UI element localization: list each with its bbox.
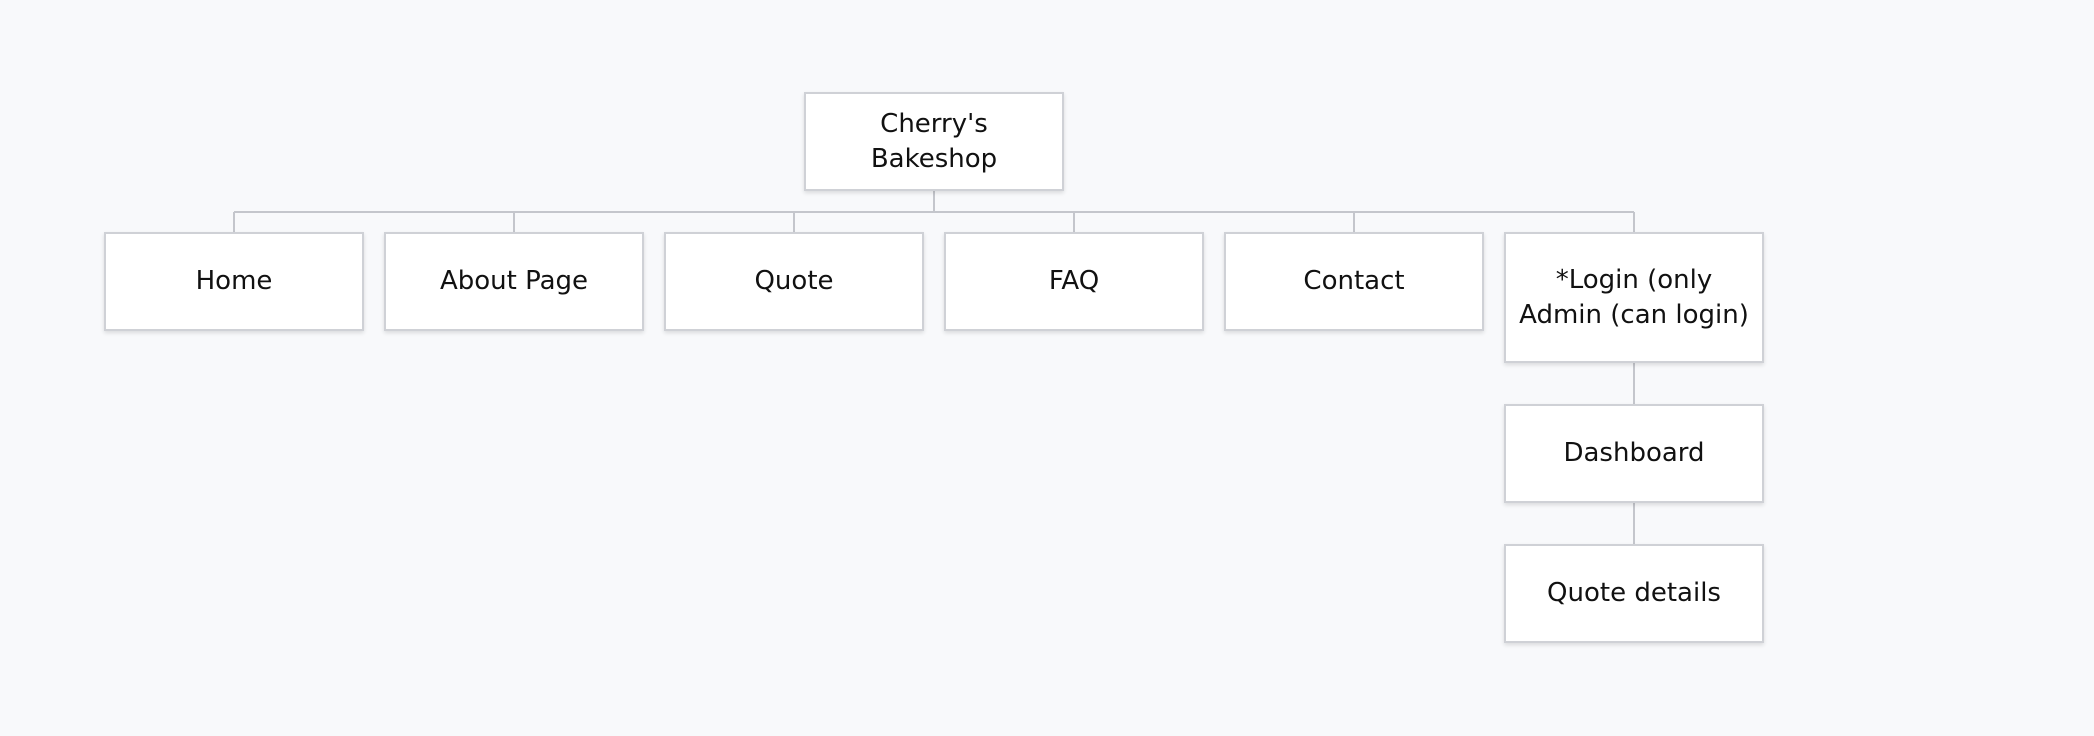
node-label: Dashboard bbox=[1563, 438, 1705, 469]
node-faq[interactable]: FAQ bbox=[944, 232, 1204, 331]
node-dashboard[interactable]: Dashboard bbox=[1504, 404, 1764, 503]
node-label: Quote details bbox=[1547, 578, 1721, 609]
node-label: About Page bbox=[439, 266, 589, 297]
node-label: Home bbox=[195, 266, 273, 297]
node-label: *Login (only Admin (can login) bbox=[1519, 265, 1749, 330]
sitemap-diagram: Cherry's Bakeshop Home About Page Quote … bbox=[0, 0, 2094, 736]
node-label: Quote bbox=[754, 266, 834, 297]
node-home[interactable]: Home bbox=[104, 232, 364, 331]
node-label: FAQ bbox=[1048, 266, 1100, 297]
node-label: Contact bbox=[1303, 266, 1405, 297]
node-quote[interactable]: Quote bbox=[664, 232, 924, 331]
node-login[interactable]: *Login (only Admin (can login) bbox=[1504, 232, 1764, 363]
node-label: Cherry's Bakeshop bbox=[870, 109, 998, 174]
node-cherrys-bakeshop[interactable]: Cherry's Bakeshop bbox=[804, 92, 1064, 191]
node-about-page[interactable]: About Page bbox=[384, 232, 644, 331]
node-contact[interactable]: Contact bbox=[1224, 232, 1484, 331]
node-quote-details[interactable]: Quote details bbox=[1504, 544, 1764, 643]
